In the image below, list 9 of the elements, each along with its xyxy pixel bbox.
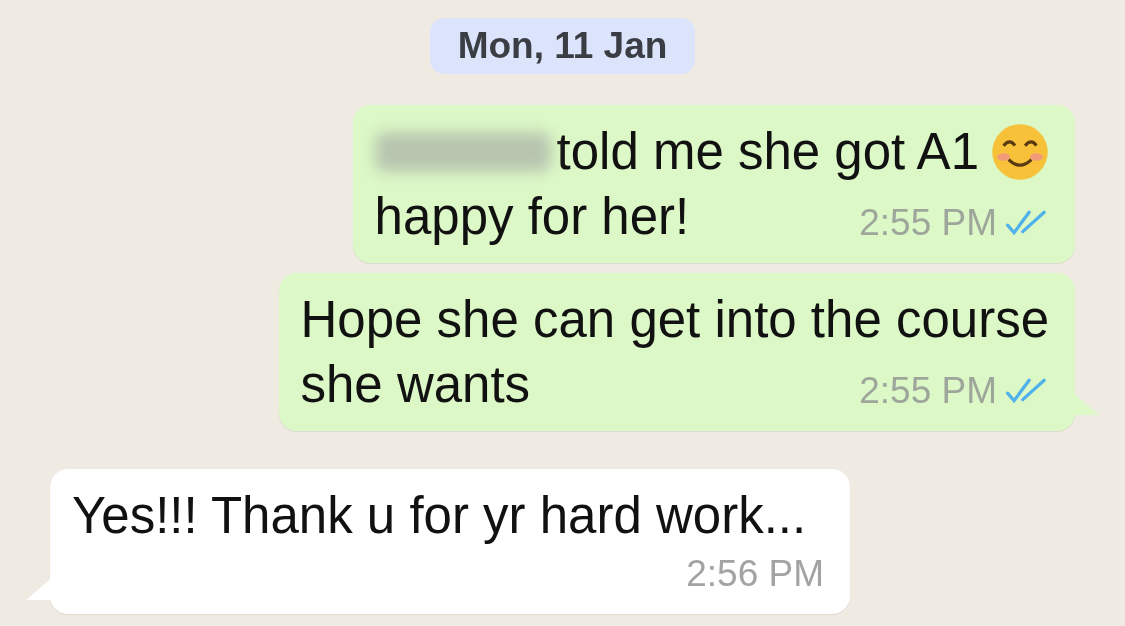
message-text: she wants — [300, 355, 531, 415]
message-text: told me she got A1 — [556, 122, 979, 182]
message-text: Yes!!! Thank u for yr hard work... — [72, 486, 807, 546]
message-time: 2:56 PM — [686, 552, 824, 596]
message-text: Hope she can get into the course — [300, 290, 1049, 350]
message-time: 2:55 PM — [859, 369, 997, 413]
message-time: 2:55 PM — [859, 201, 997, 245]
message-text: happy for her! — [374, 187, 690, 247]
date-chip: Mon, 11 Jan — [429, 18, 696, 74]
